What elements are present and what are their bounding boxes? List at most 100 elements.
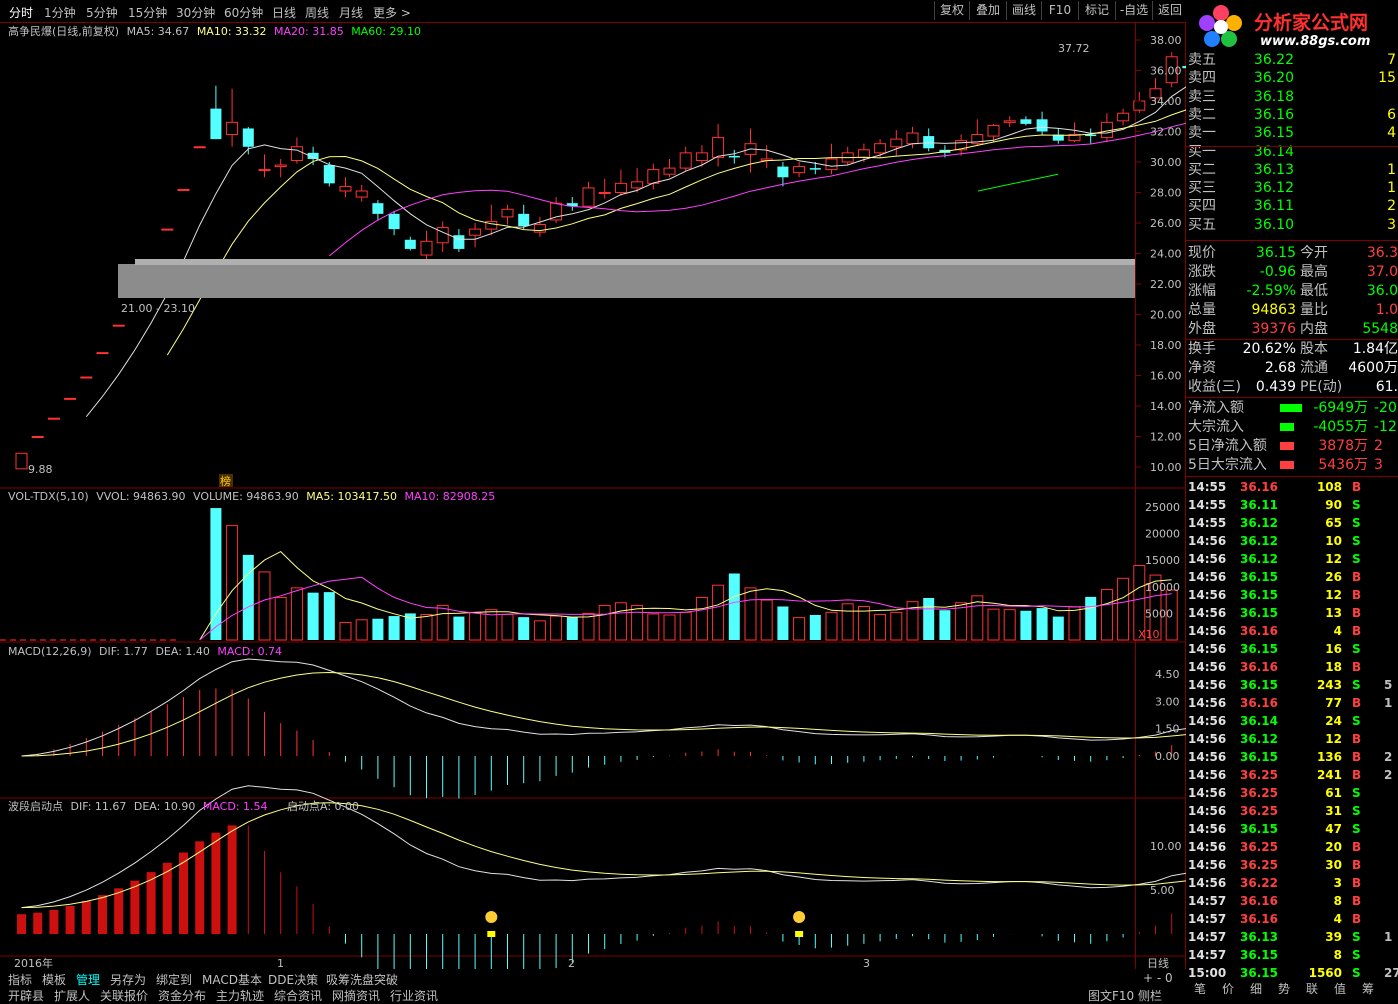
bottom-tab[interactable]: DDE决策 [268, 971, 318, 988]
ticks-footer-tab[interactable]: 笔 [1194, 980, 1206, 998]
bottom-tab-secondary[interactable]: 关联报价 [100, 987, 148, 1004]
tick-volume: 12 [1325, 732, 1342, 746]
bottom-tab[interactable]: 绑定到 [156, 971, 192, 988]
watchlist-button[interactable]: -自选 [1115, 1, 1152, 20]
tab-15min[interactable]: 15分钟 [128, 4, 167, 21]
quote-value-2: 61. [1375, 379, 1398, 395]
tick-price: 36.15 [1240, 642, 1278, 656]
tick-side: B [1352, 876, 1362, 890]
candle-body [258, 169, 271, 172]
ticks-footer-tab[interactable]: 值 [1334, 980, 1346, 998]
bottom-tab[interactable]: 吸筹洗盘突破 [326, 971, 398, 988]
tab-30min[interactable]: 30分钟 [176, 4, 215, 21]
back-button[interactable]: 返回 [1152, 1, 1187, 20]
bottom-tab-secondary[interactable]: 扩展人 [54, 987, 90, 1004]
tick-side: S [1352, 678, 1361, 692]
draw-button[interactable]: 画线 [1006, 1, 1041, 20]
tick-extra: 2 [1384, 768, 1393, 782]
volume-bar [923, 597, 935, 640]
volume-bar [679, 611, 692, 641]
candle-body [339, 185, 352, 192]
tick-time: 14:56 [1188, 696, 1227, 710]
fund-flow-value: -6949万 [1313, 400, 1368, 416]
bottom-tab-secondary[interactable]: 主力轨迹 [216, 987, 264, 1004]
tab-5min[interactable]: 5分钟 [86, 4, 118, 21]
tick-row: 14:56 36.16 18 B [1186, 658, 1398, 676]
tick-side: S [1352, 786, 1361, 800]
bottom-tab[interactable]: 模板 [42, 971, 66, 988]
tick-price: 36.25 [1240, 786, 1278, 800]
order-book-row: 买四 36.11 2 [1186, 197, 1398, 215]
bottom-tab[interactable]: 管理 [76, 971, 100, 988]
order-book-row: 卖一 36.15 4 [1186, 124, 1398, 142]
tab-more[interactable]: 更多 > [373, 4, 411, 21]
tick-time: 14:57 [1188, 930, 1227, 944]
volume-bar [469, 611, 482, 641]
ticks-footer-tab[interactable]: 联 [1306, 980, 1318, 998]
candle-body [290, 146, 303, 161]
volume-bar [1117, 577, 1130, 641]
bottom-tab[interactable]: 指标 [8, 971, 32, 988]
candle-body [550, 202, 563, 221]
order-book-row: 买二 36.13 1 [1186, 161, 1398, 179]
tab-monthly[interactable]: 月线 [339, 4, 363, 21]
tick-time: 14:56 [1188, 732, 1227, 746]
f10-button[interactable]: F10 [1041, 1, 1078, 20]
volume-bar [647, 613, 660, 641]
tick-time: 14:56 [1188, 678, 1227, 692]
quote-label-2: 内盘 [1300, 321, 1328, 337]
tick-extra: 1 [1384, 930, 1393, 944]
fuquan-button[interactable]: 复权 [934, 1, 969, 20]
tick-volume: 16 [1325, 642, 1342, 656]
bottom-tab-secondary[interactable]: 开辟县 [8, 987, 44, 1004]
volume-bar [372, 618, 384, 640]
tick-volume: 10 [1325, 534, 1342, 548]
fund-flow-value: 5436万 [1318, 457, 1368, 473]
tick-side: B [1352, 894, 1362, 908]
tick-side: B [1352, 588, 1362, 602]
candle-body [242, 128, 254, 147]
candle-body [663, 167, 676, 175]
ticks-footer-tab[interactable]: 势 [1278, 980, 1290, 998]
tick-price: 36.16 [1240, 660, 1278, 674]
bottom-tab[interactable]: MACD基本 [202, 971, 262, 988]
tick-row: 14:56 36.14 24 S [1186, 712, 1398, 730]
volume-bar [793, 617, 806, 641]
order-book-row: 卖三 36.18 [1186, 88, 1398, 106]
quote-label: 收益(三) [1188, 379, 1241, 395]
bottom-right-tab[interactable]: 侧栏 [1138, 987, 1162, 1004]
tab-1min[interactable]: 1分钟 [44, 4, 76, 21]
bottom-tab-secondary[interactable]: 资金分布 [158, 987, 206, 1004]
tick-extra: 1 [1384, 696, 1393, 710]
volume-bar [290, 587, 303, 641]
ticks-footer-tab[interactable]: 价 [1222, 980, 1234, 998]
tab-60min[interactable]: 60分钟 [224, 4, 263, 21]
tick-volume: 20 [1325, 840, 1342, 854]
tab-fenshi[interactable]: 分时 [9, 4, 33, 21]
ticks-footer-tab[interactable]: 筹 [1362, 980, 1374, 998]
overlay-button[interactable]: 叠加 [969, 1, 1006, 20]
bottom-tab-secondary[interactable]: 行业资讯 [390, 987, 438, 1004]
order-book-price: 36.11 [1253, 198, 1294, 215]
order-book-label: 卖一 [1188, 125, 1216, 142]
candle-body [809, 168, 821, 170]
zoom-controls[interactable]: + - 0 [1143, 971, 1173, 985]
kline-chart[interactable]: 38.0036.0034.0032.0030.0028.0026.0024.00… [0, 22, 1186, 969]
quote-row: 收益(三) 0.439 PE(动) 61. [1186, 378, 1398, 396]
tab-daily[interactable]: 日线 [272, 4, 296, 21]
tick-volume: 4 [1333, 624, 1342, 638]
tab-weekly[interactable]: 周线 [305, 4, 329, 21]
quote-value-2: 36.3 [1366, 245, 1398, 261]
tick-volume: 61 [1325, 786, 1342, 800]
tick-price: 36.25 [1240, 858, 1278, 872]
bottom-tab-secondary[interactable]: 网摘资讯 [332, 987, 380, 1004]
volume-bar [760, 599, 773, 641]
wave-dif-label: DIF: 11.67 [71, 800, 127, 813]
mark-button[interactable]: 标记 [1078, 1, 1115, 20]
tick-price: 36.12 [1240, 516, 1278, 530]
bottom-tab[interactable]: 另存为 [110, 971, 146, 988]
quote-label: 涨幅 [1188, 283, 1216, 299]
ticks-footer-tab[interactable]: 细 [1250, 980, 1262, 998]
bottom-right-tab[interactable]: 图文F10 [1088, 987, 1134, 1004]
bottom-tab-secondary[interactable]: 综合资讯 [274, 987, 322, 1004]
